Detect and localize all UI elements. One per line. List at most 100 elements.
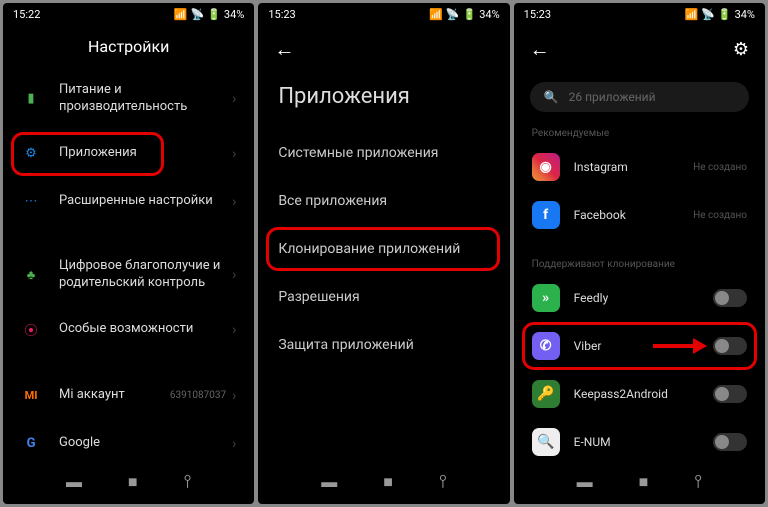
item-label: Приложения [59, 145, 232, 162]
settings-item-advanced[interactable]: ⋯ Расширенные настройки › [3, 178, 254, 226]
battery-icon: 🔋 [718, 8, 732, 21]
app-name: Keepass2Android [574, 387, 713, 401]
item-label: Цифровое благополучие и родительский кон… [59, 258, 232, 292]
keepass-icon: 🔑 [532, 380, 560, 408]
chevron-right-icon: › [232, 194, 236, 210]
facebook-icon: f [532, 201, 560, 229]
apps-item-clone[interactable]: Клонирование приложений [258, 225, 509, 273]
item-label: Системные приложения [278, 145, 438, 161]
settings-item-apps[interactable]: ⚙ Приложения › [3, 130, 254, 178]
settings-item-accessibility[interactable]: ⦿ Особые возможности › [3, 306, 254, 354]
phone-apps: 15:23 📶 📡 🔋 34% ← Приложения Системные п… [258, 3, 509, 504]
status-time: 15:23 [524, 8, 551, 21]
settings-item-power[interactable]: ▮ Питание и производительность › [3, 68, 254, 130]
app-row-enum[interactable]: 🔍 E-NUM [514, 418, 765, 461]
chevron-right-icon: › [232, 436, 236, 452]
battery-icon: 🔋 [463, 8, 477, 21]
nav-back-icon[interactable]: ⫯ [694, 471, 702, 492]
enum-icon: 🔍 [532, 428, 560, 456]
search-icon: 🔍 [544, 90, 559, 104]
status-right: 📶 📡 🔋 34% [174, 8, 245, 21]
nav-back-icon[interactable]: ⫯ [184, 471, 192, 492]
apps-item-permissions[interactable]: Разрешения [258, 273, 509, 321]
item-label: Все приложения [278, 193, 387, 209]
phone-clone: 15:23 📶 📡 🔋 34% ← ⚙ 🔍 26 приложений Реко… [514, 3, 765, 504]
status-right: 📶 📡 🔋 34% [684, 8, 755, 21]
battery-percent: 34% [735, 8, 755, 21]
battery-percent: 34% [479, 8, 499, 21]
item-label: Расширенные настройки [59, 193, 232, 210]
chevron-right-icon: › [232, 322, 236, 338]
app-status: Не создано [693, 210, 747, 221]
settings-item-mi-account[interactable]: MI Mi аккаунт 6391087037 › [3, 372, 254, 420]
toggle-switch[interactable] [713, 289, 747, 307]
header: ← [258, 25, 509, 74]
header: ← ⚙ [514, 25, 765, 74]
viber-icon: ✆ [532, 332, 560, 360]
status-bar: 15:22 📶 📡 🔋 34% [3, 3, 254, 25]
nav-back-icon[interactable]: ⫯ [439, 471, 447, 492]
nav-recent-icon[interactable]: ▬ [66, 472, 82, 492]
toggle-switch[interactable] [713, 433, 747, 451]
app-row-instagram[interactable]: ◉ Instagram Не создано [514, 143, 765, 191]
item-label: Разрешения [278, 289, 359, 305]
status-bar: 15:23 📶 📡 🔋 34% [258, 3, 509, 25]
apps-item-all[interactable]: Все приложения [258, 177, 509, 225]
feedly-icon: » [532, 284, 560, 312]
signal-icon: 📶 [429, 8, 443, 21]
section-supports: Поддерживают клонирование [514, 251, 765, 274]
dots-icon: ⋯ [21, 192, 41, 212]
nav-home-icon[interactable]: ■ [639, 472, 649, 492]
app-name: Feedly [574, 291, 713, 305]
apps-item-system[interactable]: Системные приложения [258, 129, 509, 177]
nav-recent-icon[interactable]: ▬ [577, 472, 593, 492]
battery-percent: 34% [224, 8, 244, 21]
toggle-switch[interactable] [713, 385, 747, 403]
settings-gear-button[interactable]: ⚙ [733, 39, 749, 60]
nav-recent-icon[interactable]: ▬ [321, 472, 337, 492]
settings-list: ▮ Питание и производительность › ⚙ Прило… [3, 68, 254, 461]
item-label: Особые возможности [59, 321, 232, 338]
nav-home-icon[interactable]: ■ [383, 472, 393, 492]
app-name: Instagram [574, 160, 693, 174]
app-name: Facebook [574, 208, 693, 222]
settings-item-wellbeing[interactable]: ♣ Цифровое благополучие и родительский к… [3, 244, 254, 306]
wifi-icon: 📡 [701, 8, 715, 21]
page-title: Настройки [88, 37, 169, 56]
phone-settings: 15:22 📶 📡 🔋 34% Настройки ▮ Питание и пр… [3, 3, 254, 504]
toggle-switch[interactable] [713, 337, 747, 355]
search-placeholder: 26 приложений [569, 90, 656, 104]
app-name: E-NUM [574, 435, 713, 449]
back-button[interactable]: ← [274, 37, 294, 62]
item-sub: 6391087037 [170, 390, 226, 401]
gear-icon: ⚙ [21, 144, 41, 164]
nav-bar: ▬ ■ ⫯ [258, 461, 509, 504]
app-row-keepass[interactable]: 🔑 Keepass2Android [514, 370, 765, 418]
accessibility-icon: ⦿ [21, 320, 41, 340]
battery-icon: 🔋 [207, 8, 221, 21]
item-label: Защита приложений [278, 337, 414, 353]
apps-item-protection[interactable]: Защита приложений [258, 321, 509, 369]
header: Настройки [3, 25, 254, 68]
wifi-icon: 📡 [191, 8, 205, 21]
item-label: Клонирование приложений [278, 241, 460, 257]
google-icon: G [21, 434, 41, 454]
signal-icon: 📶 [684, 8, 698, 21]
back-button[interactable]: ← [530, 37, 550, 62]
settings-item-google[interactable]: G Google › [3, 420, 254, 461]
app-row-feedly[interactable]: » Feedly [514, 274, 765, 322]
section-recommended: Рекомендуемые [514, 120, 765, 143]
app-row-facebook[interactable]: f Facebook Не создано [514, 191, 765, 239]
chevron-right-icon: › [232, 91, 236, 107]
status-right: 📶 📡 🔋 34% [429, 8, 500, 21]
item-label: Питание и производительность [59, 82, 232, 116]
wifi-icon: 📡 [446, 8, 460, 21]
nav-bar: ▬ ■ ⫯ [3, 461, 254, 504]
arrow-annotation [649, 334, 709, 358]
apps-list: Системные приложения Все приложения Клон… [258, 129, 509, 461]
app-row-viber[interactable]: ✆ Viber [514, 322, 765, 370]
search-input[interactable]: 🔍 26 приложений [530, 82, 749, 112]
nav-home-icon[interactable]: ■ [128, 472, 138, 492]
app-status: Не создано [693, 162, 747, 173]
clone-list: Рекомендуемые ◉ Instagram Не создано f F… [514, 120, 765, 461]
